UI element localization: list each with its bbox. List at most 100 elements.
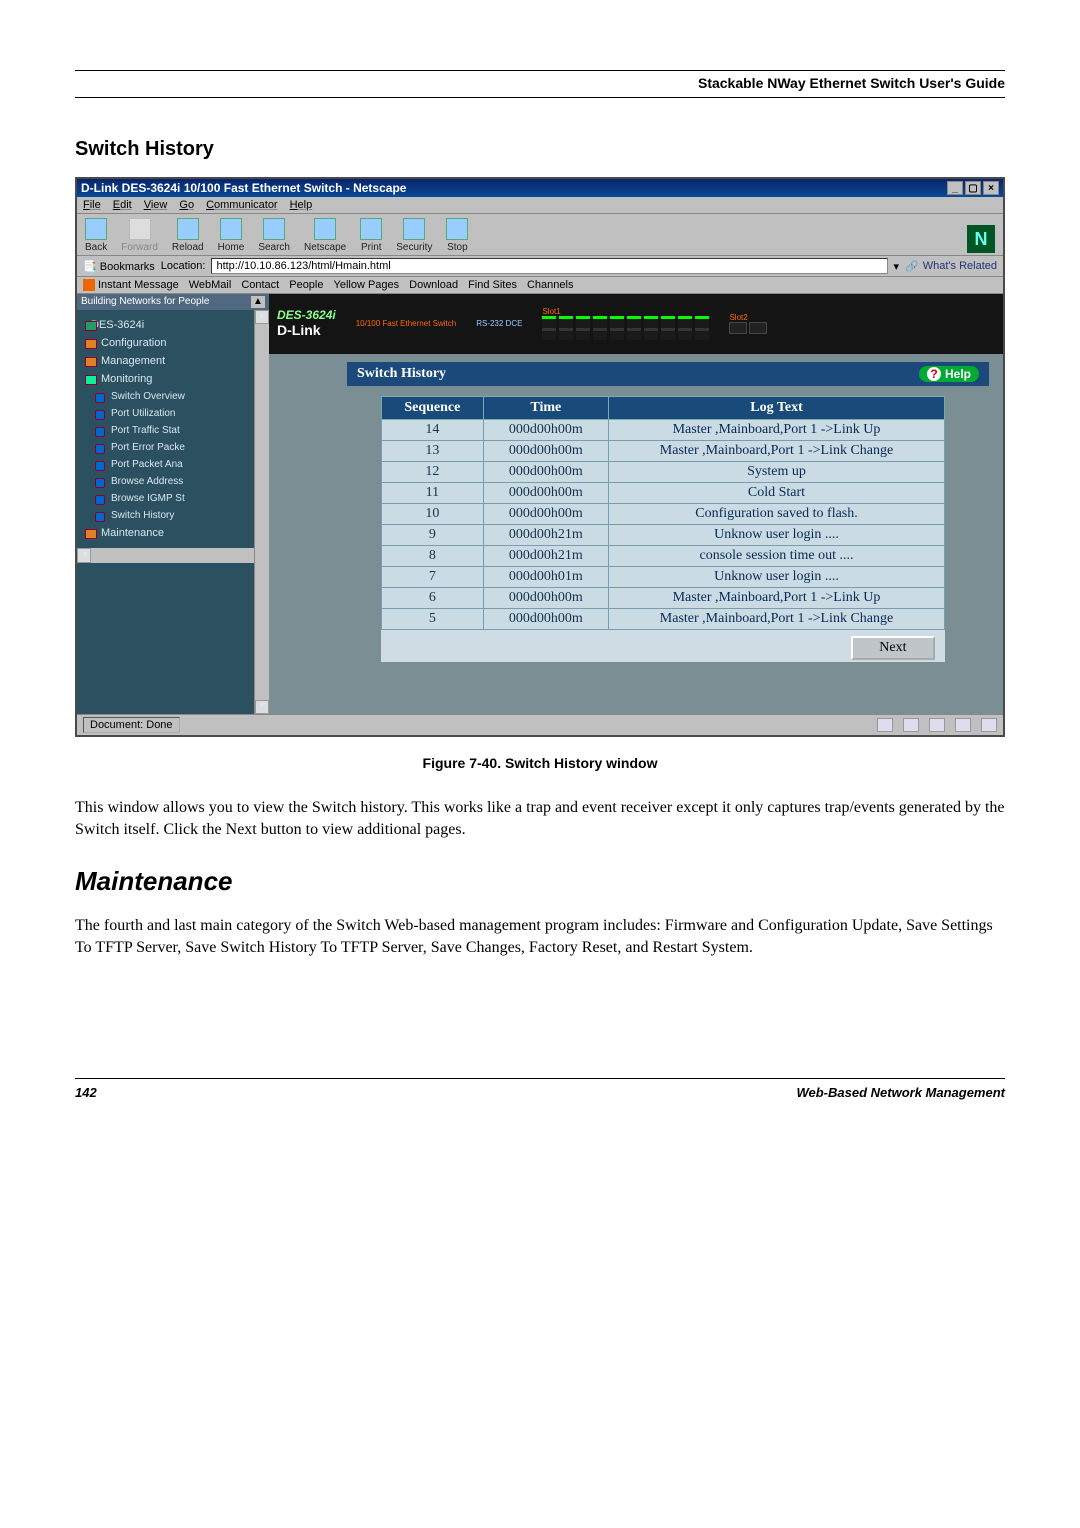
security-button[interactable]: Security (396, 218, 432, 253)
cell-log-text: Cold Start (609, 483, 945, 504)
sidebar-header: Building Networks for People ▲ (77, 294, 269, 310)
tree-port-traffic-stat[interactable]: Port Traffic Stat (83, 422, 269, 439)
cell-log-text: Configuration saved to flash. (609, 504, 945, 525)
home-icon (220, 218, 242, 240)
tree-port-utilization[interactable]: Port Utilization (83, 405, 269, 422)
link-people[interactable]: People (289, 279, 323, 291)
link-yellow-pages[interactable]: Yellow Pages (334, 279, 400, 291)
netscape-button[interactable]: Netscape (304, 218, 346, 253)
link-find-sites[interactable]: Find Sites (468, 279, 517, 291)
section-heading-switch-history: Switch History (75, 138, 1005, 161)
tree-port-packet-ana[interactable]: Port Packet Ana (83, 456, 269, 473)
minimize-button[interactable]: _ (947, 181, 963, 195)
cell-sequence: 6 (382, 588, 484, 609)
forward-button[interactable]: Forward (121, 218, 158, 253)
scroll-up-icon[interactable]: ▲ (251, 296, 265, 308)
reload-button[interactable]: Reload (172, 218, 204, 253)
content-area: DES-3624i D-Link 10/100 Fast Ethernet Sw… (269, 294, 1003, 714)
status-icon-4 (955, 718, 971, 732)
page-footer: 142 Web-Based Network Management (75, 1078, 1005, 1100)
personal-toolbar: Instant Message WebMail Contact People Y… (77, 277, 1003, 294)
sidebar-hscroll[interactable]: ◀▶ (77, 548, 269, 563)
next-button[interactable]: Next (851, 636, 934, 660)
location-label: Location: (161, 260, 206, 272)
cell-log-text: console session time out .... (609, 546, 945, 567)
status-text: Document: Done (83, 717, 180, 733)
slot1-label: Slot1 (542, 307, 709, 316)
link-webmail[interactable]: WebMail (189, 279, 232, 291)
cell-sequence: 10 (382, 504, 484, 525)
table-row: 11000d00h00mCold Start (382, 483, 945, 504)
status-bar: Document: Done (77, 714, 1003, 735)
stop-button[interactable]: Stop (446, 218, 468, 253)
window-title: D-Link DES-3624i 10/100 Fast Ethernet Sw… (81, 181, 406, 195)
print-icon (360, 218, 382, 240)
device-brand: D-Link (277, 322, 336, 338)
location-input[interactable] (211, 258, 887, 274)
device-front-panel: DES-3624i D-Link 10/100 Fast Ethernet Sw… (269, 294, 1003, 354)
tree-monitoring[interactable]: Monitoring (83, 370, 269, 388)
tree-switch-overview[interactable]: Switch Overview (83, 388, 269, 405)
search-icon (263, 218, 285, 240)
cell-time: 000d00h00m (483, 441, 608, 462)
panel-title-bar: Switch History Help (347, 362, 989, 386)
back-button[interactable]: Back (85, 218, 107, 253)
page-number: 142 (75, 1085, 97, 1100)
link-channels[interactable]: Channels (527, 279, 573, 291)
close-button[interactable]: × (983, 181, 999, 195)
sidebar-scrollbar[interactable]: ▲▼ (254, 310, 269, 714)
cell-time: 000d00h00m (483, 609, 608, 630)
tree-switch-history[interactable]: Switch History (83, 507, 269, 524)
forward-icon (129, 218, 151, 240)
help-button[interactable]: Help (919, 366, 979, 382)
cell-time: 000d00h00m (483, 483, 608, 504)
bookmarks-button[interactable]: 📑 Bookmarks (83, 260, 155, 273)
status-icon-1 (877, 718, 893, 732)
cell-sequence: 9 (382, 525, 484, 546)
cell-log-text: Unknow user login .... (609, 525, 945, 546)
cell-time: 000d00h00m (483, 588, 608, 609)
cell-time: 000d00h01m (483, 567, 608, 588)
switch-history-table: Sequence Time Log Text 14000d00h00mMaste… (381, 396, 945, 662)
maximize-button[interactable]: ▢ (965, 181, 981, 195)
menu-communicator[interactable]: Communicator (206, 199, 278, 211)
status-icon-3 (929, 718, 945, 732)
link-download[interactable]: Download (409, 279, 458, 291)
paragraph-switch-history: This window allows you to view the Switc… (75, 797, 1005, 840)
cell-log-text: Master ,Mainboard,Port 1 ->Link Change (609, 441, 945, 462)
netscape-window: D-Link DES-3624i 10/100 Fast Ethernet Sw… (75, 177, 1005, 737)
tree-maintenance[interactable]: Maintenance (83, 524, 269, 542)
cell-log-text: Unknow user login .... (609, 567, 945, 588)
cell-sequence: 5 (382, 609, 484, 630)
location-bar: 📑 Bookmarks Location: ▾ 🔗 What's Related (77, 256, 1003, 277)
cell-sequence: 14 (382, 420, 484, 441)
tree-root[interactable]: DES-3624i (83, 316, 269, 334)
table-row: 14000d00h00mMaster ,Mainboard,Port 1 ->L… (382, 420, 945, 441)
menu-edit[interactable]: Edit (113, 199, 132, 211)
table-row: 13000d00h00mMaster ,Mainboard,Port 1 ->L… (382, 441, 945, 462)
home-button[interactable]: Home (218, 218, 245, 253)
tree-browse-address[interactable]: Browse Address (83, 473, 269, 490)
whats-related-button[interactable]: 🔗 What's Related (905, 260, 997, 273)
cell-sequence: 12 (382, 462, 484, 483)
menu-bar: File Edit View Go Communicator Help (77, 197, 1003, 214)
menu-view[interactable]: View (144, 199, 168, 211)
tree-management[interactable]: Management (83, 352, 269, 370)
slot2-label: Slot2 (729, 313, 767, 322)
link-contact[interactable]: Contact (241, 279, 279, 291)
search-button[interactable]: Search (258, 218, 290, 253)
paragraph-maintenance: The fourth and last main category of the… (75, 915, 1005, 958)
link-instant-message[interactable]: Instant Message (83, 279, 179, 291)
tree-configuration[interactable]: Configuration (83, 334, 269, 352)
security-icon (403, 218, 425, 240)
tree-port-error-packet[interactable]: Port Error Packe (83, 439, 269, 456)
cell-log-text: System up (609, 462, 945, 483)
tree-browse-igmp[interactable]: Browse IGMP St (83, 490, 269, 507)
cell-log-text: Master ,Mainboard,Port 1 ->Link Up (609, 420, 945, 441)
menu-go[interactable]: Go (179, 199, 194, 211)
stop-icon (446, 218, 468, 240)
menu-help[interactable]: Help (290, 199, 313, 211)
menu-file[interactable]: File (83, 199, 101, 211)
cell-sequence: 11 (382, 483, 484, 504)
print-button[interactable]: Print (360, 218, 382, 253)
